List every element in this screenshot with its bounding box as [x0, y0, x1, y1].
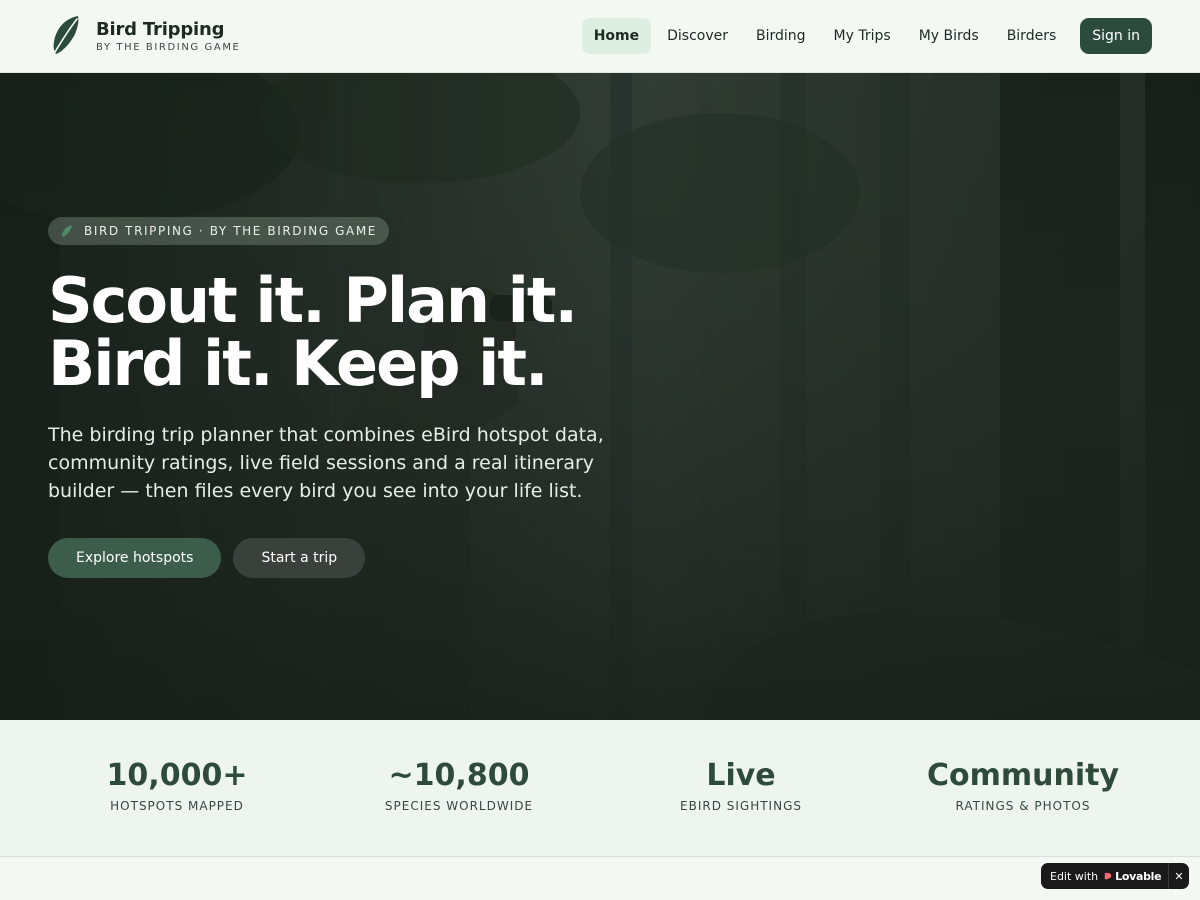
- nav-link-my-trips[interactable]: My Trips: [822, 18, 903, 54]
- sign-in-button[interactable]: Sign in: [1080, 18, 1152, 54]
- stat-value: ~10,800: [388, 758, 530, 793]
- edit-with-lovable-badge[interactable]: Edit with Lovable ✕: [1041, 863, 1189, 889]
- lovable-heart-icon: [1104, 872, 1112, 880]
- brand-subtitle: BY THE BIRDING GAME: [96, 41, 241, 53]
- hero-description: The birding trip planner that combines e…: [48, 424, 604, 502]
- stat-label: EBIRD SIGHTINGS: [680, 799, 802, 813]
- hero-content: BIRD TRIPPING · BY THE BIRDING GAME Scou…: [48, 217, 668, 578]
- brand-text: Bird Tripping BY THE BIRDING GAME: [96, 19, 240, 54]
- stat-label: HOTSPOTS MAPPED: [110, 799, 244, 813]
- hero-cta-row: Explore hotspots Start a trip: [48, 538, 668, 578]
- stats-bar: 10,000+ HOTSPOTS MAPPED ~10,800 SPECIES …: [0, 720, 1200, 857]
- top-navbar: Bird Tripping BY THE BIRDING GAME Home D…: [0, 0, 1200, 73]
- stat-sightings: Live EBIRD SIGHTINGS: [600, 758, 882, 813]
- hero-headline: Scout it. Plan it. Bird it. Keep it.: [48, 269, 668, 395]
- lovable-brand: Lovable: [1115, 869, 1162, 883]
- stat-value: Community: [926, 758, 1120, 793]
- explore-hotspots-button[interactable]: Explore hotspots: [48, 538, 222, 578]
- nav-link-discover[interactable]: Discover: [655, 18, 740, 54]
- nav-link-my-birds[interactable]: My Birds: [907, 18, 991, 54]
- brand-logo-link[interactable]: Bird Tripping BY THE BIRDING GAME: [48, 14, 240, 58]
- stat-hotspots: 10,000+ HOTSPOTS MAPPED: [36, 758, 318, 813]
- hero-headline-line-1: Scout it. Plan it.: [48, 264, 578, 337]
- edit-with-label: Edit with: [1050, 869, 1099, 883]
- stat-label: RATINGS & PHOTOS: [955, 799, 1091, 813]
- hero-headline-line-2: Bird it. Keep it.: [48, 327, 549, 400]
- hero-badge-text: BIRD TRIPPING · BY THE BIRDING GAME: [84, 224, 377, 238]
- stat-community: Community RATINGS & PHOTOS: [882, 758, 1164, 813]
- hero-section: BIRD TRIPPING · BY THE BIRDING GAME Scou…: [0, 73, 1200, 720]
- nav-link-birding[interactable]: Birding: [744, 18, 818, 54]
- feather-icon: [51, 16, 79, 58]
- hero-badge: BIRD TRIPPING · BY THE BIRDING GAME: [48, 217, 389, 245]
- stat-label: SPECIES WORLDWIDE: [384, 799, 534, 813]
- close-icon[interactable]: ✕: [1169, 870, 1189, 883]
- nav-links: Home Discover Birding My Trips My Birds …: [578, 18, 1152, 54]
- stat-value: Live: [706, 758, 776, 793]
- nav-link-home[interactable]: Home: [581, 18, 652, 54]
- nav-link-birders[interactable]: Birders: [995, 18, 1069, 54]
- stat-species: ~10,800 SPECIES WORLDWIDE: [318, 758, 600, 813]
- brand-title: Bird Tripping: [96, 18, 225, 40]
- feather-icon: [62, 225, 72, 237]
- start-a-trip-button[interactable]: Start a trip: [233, 538, 366, 578]
- stat-value: 10,000+: [106, 758, 248, 793]
